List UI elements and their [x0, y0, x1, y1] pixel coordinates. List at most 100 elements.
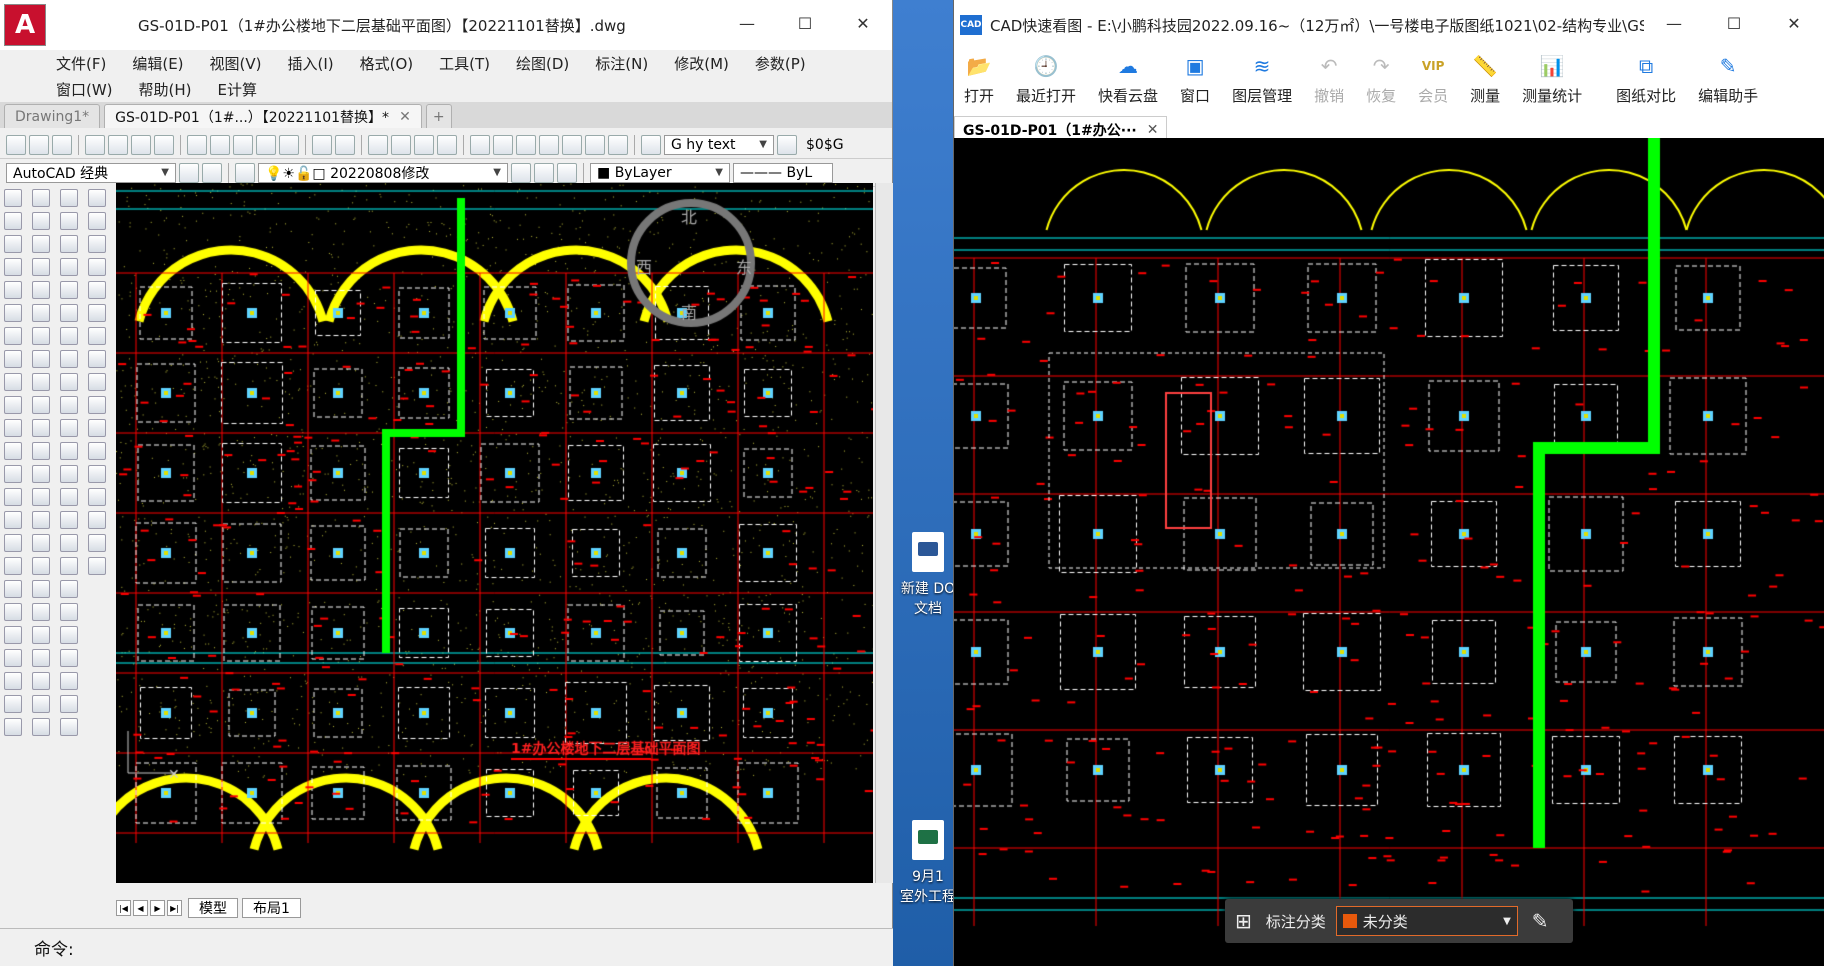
layer-previous-icon[interactable] [534, 162, 554, 183]
tool-palettes-icon[interactable] [516, 134, 536, 155]
vip-button[interactable]: VIP 会员 [1418, 51, 1448, 106]
tab-model[interactable]: 模型 [188, 898, 238, 918]
tool-icon[interactable] [4, 718, 22, 736]
menu-insert[interactable]: 插入(I) [288, 50, 334, 76]
tool-icon[interactable] [88, 396, 106, 414]
menu-edit[interactable]: 编辑(E) [132, 50, 183, 76]
layers-button[interactable]: ≋ 图层管理 [1232, 51, 1292, 106]
tool-icon[interactable] [32, 580, 50, 598]
publish-icon[interactable] [131, 134, 151, 155]
tool-icon[interactable] [32, 419, 50, 437]
tool-icon[interactable] [88, 189, 106, 207]
tool-icon[interactable] [60, 327, 78, 345]
new-tab-button[interactable]: + [425, 104, 452, 128]
tool-icon[interactable] [32, 557, 50, 575]
tool-icon[interactable] [60, 212, 78, 230]
redo-icon[interactable] [335, 134, 355, 155]
tool-icon[interactable] [32, 327, 50, 345]
tool-icon[interactable] [4, 373, 22, 391]
close-icon[interactable]: ✕ [834, 0, 892, 46]
open-file-icon[interactable] [29, 134, 49, 155]
tool-icon[interactable] [32, 465, 50, 483]
cloud-button[interactable]: ☁ 快看云盘 [1098, 51, 1158, 106]
tool-icon[interactable] [60, 442, 78, 460]
zoom-previous-icon[interactable] [437, 134, 457, 155]
tool-icon[interactable] [88, 350, 106, 368]
menu-dimension[interactable]: 标注(N) [595, 50, 648, 76]
tool-icon[interactable] [88, 212, 106, 230]
menu-modify[interactable]: 修改(M) [674, 50, 729, 76]
tool-icon[interactable] [4, 649, 22, 667]
3d-icon[interactable] [154, 134, 174, 155]
menu-help[interactable]: 帮助(H) [139, 76, 192, 102]
tool-icon[interactable] [4, 442, 22, 460]
tool-icon[interactable] [60, 695, 78, 713]
viewer-drawing-canvas[interactable] [954, 138, 1824, 966]
menu-window[interactable]: 窗口(W) [56, 76, 113, 102]
tool-icon[interactable] [4, 419, 22, 437]
tool-icon[interactable] [32, 442, 50, 460]
tool-icon[interactable] [60, 419, 78, 437]
pan-icon[interactable] [368, 134, 388, 155]
tool-icon[interactable] [60, 373, 78, 391]
tool-icon[interactable] [4, 626, 22, 644]
tool-icon[interactable] [4, 396, 22, 414]
sheet-set-icon[interactable] [539, 134, 559, 155]
tool-icon[interactable] [60, 281, 78, 299]
maximize-icon[interactable]: ☐ [776, 0, 834, 46]
tool-icon[interactable] [32, 189, 50, 207]
tab-drawing1[interactable]: Drawing1* [4, 104, 101, 128]
measure-stats-button[interactable]: 📊 测量统计 [1522, 51, 1582, 106]
dim-style-icon[interactable] [777, 134, 797, 155]
tool-icon[interactable] [88, 465, 106, 483]
tool-icon[interactable] [32, 718, 50, 736]
calculator-icon[interactable] [585, 134, 605, 155]
tool-icon[interactable] [4, 212, 22, 230]
tool-icon[interactable] [60, 511, 78, 529]
tool-icon[interactable] [60, 534, 78, 552]
close-tab-icon[interactable]: ✕ [399, 109, 411, 125]
tool-icon[interactable] [32, 212, 50, 230]
close-tab-icon[interactable]: ✕ [1147, 122, 1159, 138]
tool-icon[interactable] [88, 557, 106, 575]
menu-tools[interactable]: 工具(T) [439, 50, 490, 76]
tool-icon[interactable] [88, 511, 106, 529]
tool-icon[interactable] [4, 557, 22, 575]
tool-icon[interactable] [60, 672, 78, 690]
tool-icon[interactable] [88, 327, 106, 345]
text-style-select[interactable]: G hy text ▼ [664, 134, 774, 155]
tool-icon[interactable] [32, 304, 50, 322]
tool-icon[interactable] [4, 695, 22, 713]
tool-icon[interactable] [4, 281, 22, 299]
zoom-window-icon[interactable] [414, 134, 434, 155]
tab-layout1[interactable]: 布局1 [242, 898, 301, 918]
tool-icon[interactable] [32, 396, 50, 414]
tool-icon[interactable] [32, 534, 50, 552]
minimize-icon[interactable]: — [718, 0, 776, 46]
tool-icon[interactable] [88, 442, 106, 460]
help-icon[interactable] [608, 134, 628, 155]
layer-select[interactable]: 💡☀🔓□ 20220808修改 ▼ [258, 162, 508, 183]
menu-draw[interactable]: 绘图(D) [516, 50, 569, 76]
properties-icon[interactable] [470, 134, 490, 155]
close-icon[interactable]: ✕ [1764, 0, 1824, 46]
tool-icon[interactable] [4, 327, 22, 345]
tool-icon[interactable] [60, 626, 78, 644]
tool-icon[interactable] [4, 488, 22, 506]
text-style-icon[interactable] [641, 134, 661, 155]
tool-icon[interactable] [88, 304, 106, 322]
tool-icon[interactable] [4, 189, 22, 207]
recent-button[interactable]: 🕘 最近打开 [1016, 51, 1076, 106]
edit-icon[interactable]: ✎ [1532, 909, 1549, 933]
tool-icon[interactable] [4, 603, 22, 621]
workspace-icon[interactable] [202, 162, 222, 183]
tool-icon[interactable] [32, 626, 50, 644]
new-file-icon[interactable] [6, 134, 26, 155]
tool-icon[interactable] [32, 488, 50, 506]
tool-icon[interactable] [32, 672, 50, 690]
tab-gs-01d[interactable]: GS-01D-P01（1#...）【20221101替换】* ✕ [104, 104, 422, 128]
tool-icon[interactable] [88, 235, 106, 253]
tool-icon[interactable] [88, 281, 106, 299]
layer-manager-icon[interactable] [235, 162, 255, 183]
tool-icon[interactable] [32, 649, 50, 667]
